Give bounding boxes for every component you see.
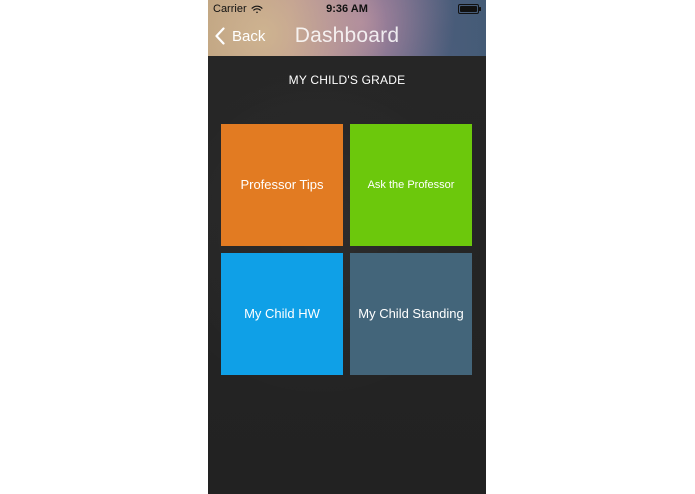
tile-label: My Child Standing — [358, 305, 464, 321]
navigation-bar: Back Dashboard — [208, 18, 486, 56]
tile-my-child-hw[interactable]: My Child HW — [221, 253, 343, 375]
back-label: Back — [232, 27, 266, 45]
tile-ask-the-professor[interactable]: Ask the Professor — [350, 124, 472, 246]
tile-my-child-standing[interactable]: My Child Standing — [350, 253, 472, 375]
tile-label: My Child HW — [244, 305, 320, 321]
screenshot-canvas: Carrier 9:36 AM Back Dashboard MY CHILD'… — [0, 0, 695, 494]
header: Carrier 9:36 AM Back Dashboard — [208, 0, 486, 56]
phone-screen: Carrier 9:36 AM Back Dashboard MY CHILD'… — [208, 0, 486, 494]
status-time: 9:36 AM — [326, 3, 368, 15]
section-title: MY CHILD'S GRADE — [288, 73, 406, 87]
tile-label: Ask the Professor — [367, 178, 455, 191]
status-bar: Carrier 9:36 AM — [208, 0, 486, 18]
back-button[interactable]: Back — [214, 27, 265, 45]
chevron-left-icon — [214, 27, 226, 45]
battery-icon — [458, 4, 482, 14]
dashboard-content: MY CHILD'S GRADE Professor Tips Ask the … — [208, 56, 486, 494]
tile-professor-tips[interactable]: Professor Tips — [221, 124, 343, 246]
tile-label: Professor Tips — [240, 176, 324, 192]
